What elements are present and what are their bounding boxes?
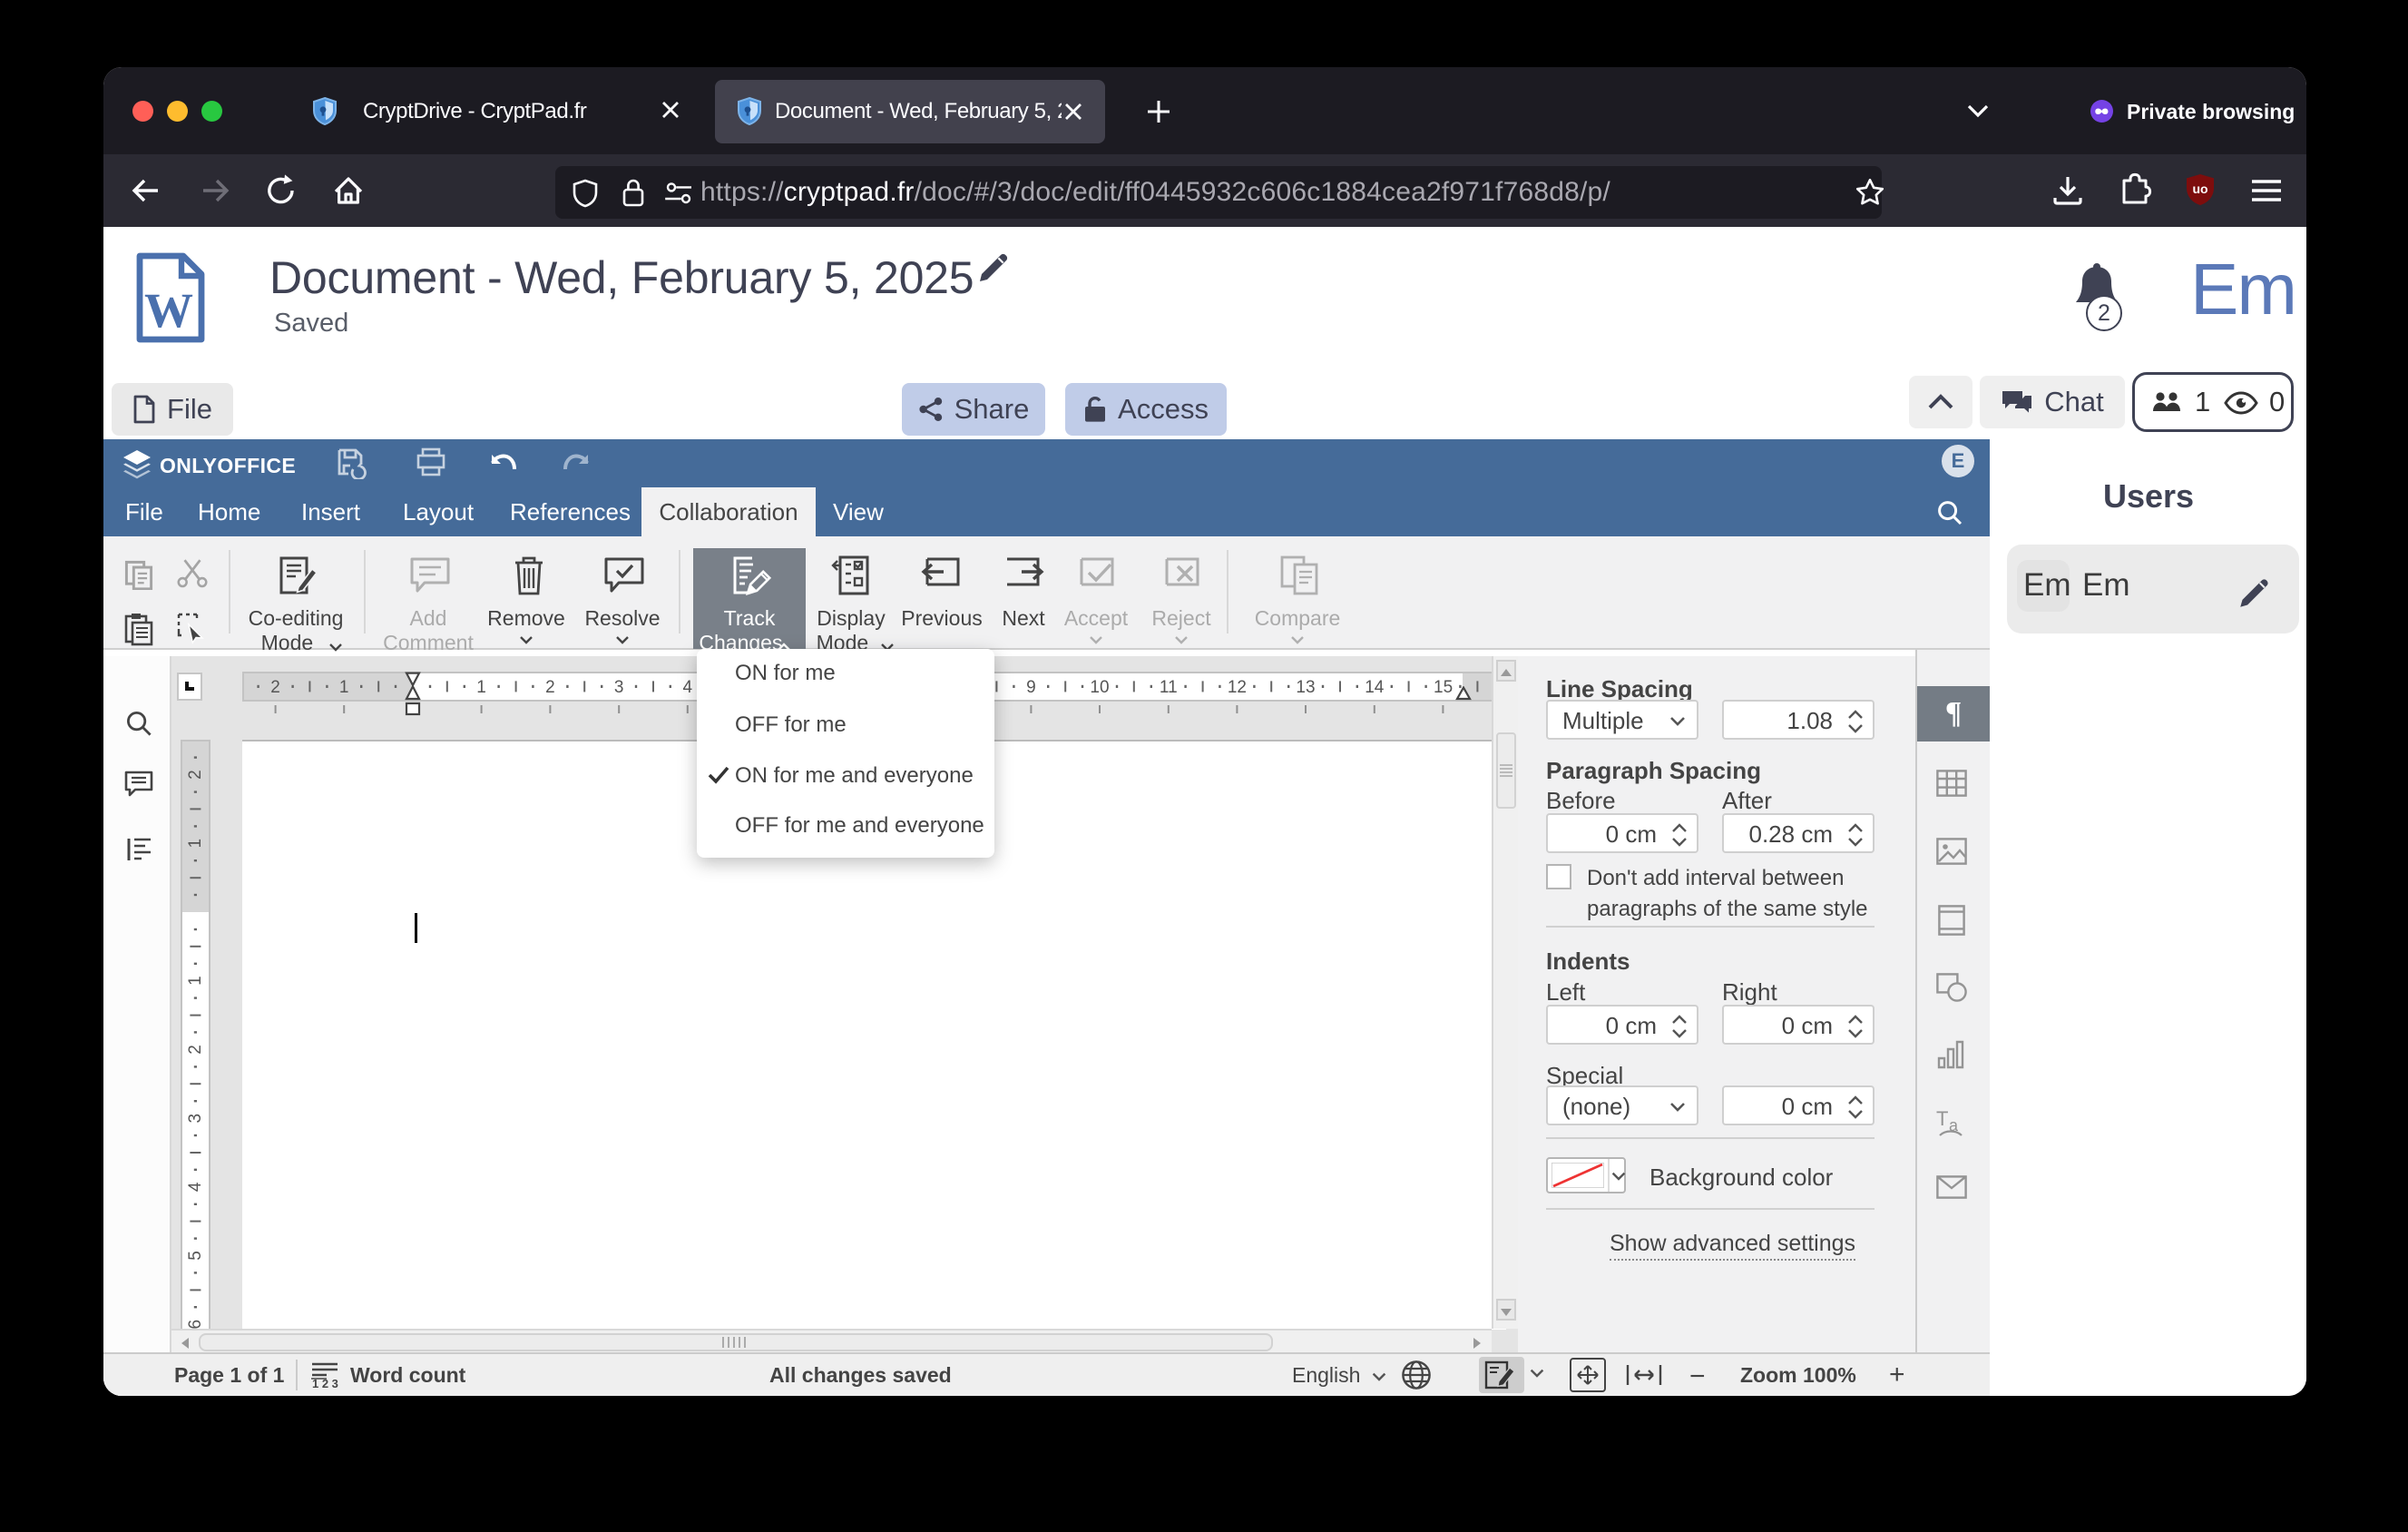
svg-text:1: 1 xyxy=(186,839,205,849)
svg-text:2: 2 xyxy=(186,770,205,780)
svg-text:1: 1 xyxy=(339,678,349,697)
svg-text:12: 12 xyxy=(1228,678,1247,697)
svg-text:5: 5 xyxy=(186,1251,205,1261)
svg-text:9: 9 xyxy=(1026,678,1036,697)
svg-text:1: 1 xyxy=(476,678,486,697)
svg-text:4: 4 xyxy=(683,678,693,697)
svg-text:6: 6 xyxy=(186,1320,205,1330)
svg-text:2: 2 xyxy=(270,678,280,697)
svg-text:10: 10 xyxy=(1090,678,1109,697)
svg-text:T: T xyxy=(1936,1107,1948,1130)
svg-text:2: 2 xyxy=(545,678,555,697)
svg-text:14: 14 xyxy=(1365,678,1385,697)
svg-text:15: 15 xyxy=(1434,678,1453,697)
svg-text:3: 3 xyxy=(186,1114,205,1124)
svg-text:1: 1 xyxy=(186,976,205,986)
svg-text:11: 11 xyxy=(1160,678,1178,697)
svg-text:4: 4 xyxy=(186,1182,205,1192)
svg-text:uo: uo xyxy=(2192,182,2207,196)
svg-text:W: W xyxy=(144,283,193,338)
svg-text:2: 2 xyxy=(186,1045,205,1055)
svg-text:13: 13 xyxy=(1296,678,1315,697)
svg-text:3: 3 xyxy=(614,678,624,697)
